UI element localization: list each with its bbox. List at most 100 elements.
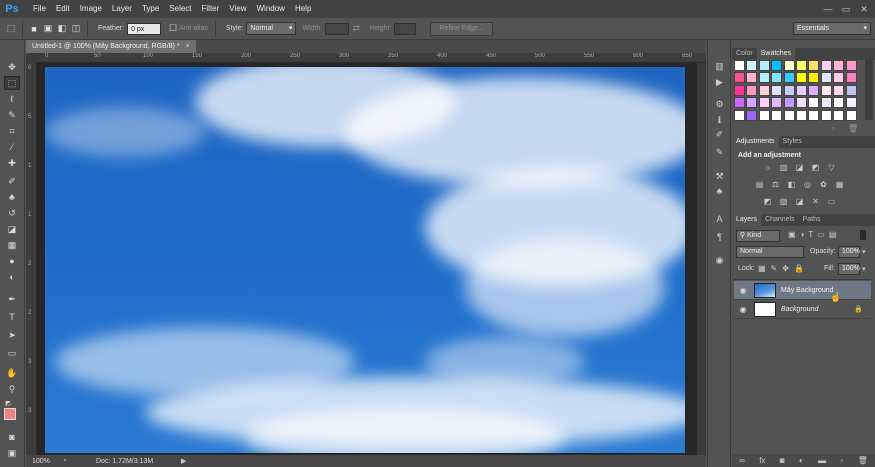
swatch[interactable]	[845, 109, 857, 121]
levels-icon[interactable]: ▥	[778, 162, 789, 172]
swatch[interactable]	[796, 60, 807, 71]
marquee-preset-icon[interactable]: ⬚	[4, 22, 18, 36]
tool-presets-panel-icon[interactable]: ⚒	[712, 170, 727, 183]
swatch[interactable]	[808, 60, 820, 71]
swatch[interactable]	[796, 84, 807, 96]
vertical-scrollbar[interactable]	[697, 63, 706, 455]
quick-selection-tool-icon[interactable]: ✎	[4, 108, 20, 122]
tab-channels[interactable]: Channels	[761, 214, 799, 226]
channel-mixer-icon[interactable]: ✿	[818, 179, 829, 189]
delete-layer-icon[interactable]: 🗑	[858, 456, 868, 465]
swatch[interactable]	[783, 97, 795, 109]
menu-filter[interactable]: Filter	[197, 0, 225, 18]
swatch[interactable]	[734, 60, 745, 71]
swatch[interactable]	[808, 72, 820, 84]
screen-mode-icon[interactable]: ▣	[4, 446, 20, 460]
selective-color-icon[interactable]: ✕	[810, 196, 821, 206]
actions-panel-icon[interactable]: ▶	[712, 76, 727, 89]
path-selection-tool-icon[interactable]: ➤	[4, 328, 20, 342]
gradient-map-icon[interactable]: ▭	[826, 196, 837, 206]
tab-styles[interactable]: Styles	[779, 136, 806, 148]
layer-style-icon[interactable]: fx	[759, 456, 765, 465]
minimize-button[interactable]: —	[820, 0, 836, 18]
zoom-level[interactable]: 100%	[26, 458, 56, 465]
swatch[interactable]	[734, 97, 745, 109]
layer-filter-kind[interactable]: ⚲ Kind	[736, 230, 780, 242]
brush-panel-icon[interactable]: ✎	[712, 146, 727, 159]
intersect-selection-icon[interactable]: ◫	[69, 22, 83, 36]
swatch[interactable]	[820, 84, 832, 96]
swatch[interactable]	[771, 84, 783, 96]
swatch[interactable]	[746, 72, 758, 84]
foreground-color-swatch[interactable]	[4, 408, 16, 420]
clone-stamp-tool-icon[interactable]: ♣	[4, 190, 20, 204]
zoom-tool-icon[interactable]: ⚲	[4, 382, 20, 396]
new-layer-icon[interactable]: ▫	[840, 456, 843, 465]
swatch[interactable]	[845, 97, 857, 109]
swatch[interactable]	[758, 97, 770, 109]
brush-presets-panel-icon[interactable]: ✐	[712, 128, 727, 141]
info-panel-icon[interactable]: ℹ	[712, 114, 727, 127]
width-input[interactable]	[325, 22, 350, 35]
filter-toggle[interactable]	[860, 230, 866, 240]
canvas-area[interactable]	[37, 63, 706, 455]
color-balance-icon[interactable]: ⚖	[770, 179, 781, 189]
swatch[interactable]	[758, 84, 770, 96]
rectangular-marquee-tool-icon[interactable]: ⬚	[4, 76, 20, 90]
swatch[interactable]	[796, 97, 807, 109]
layer-name[interactable]: Background	[781, 306, 818, 313]
swatch[interactable]	[783, 72, 795, 84]
status-menu-arrow-icon[interactable]: ▶	[181, 457, 186, 465]
swatch[interactable]	[771, 109, 783, 121]
swatch[interactable]	[783, 60, 795, 71]
opacity-input[interactable]: 100%	[838, 246, 860, 258]
swatch[interactable]	[820, 72, 832, 84]
hue-saturation-icon[interactable]: ▤	[754, 179, 765, 189]
style-select[interactable]: Normal	[246, 22, 297, 35]
gradient-tool-icon[interactable]: ▦	[4, 238, 20, 252]
menu-type[interactable]: Type	[137, 0, 164, 18]
vibrance-icon[interactable]: ▽	[826, 162, 837, 172]
swatch[interactable]	[833, 109, 845, 121]
move-tool-icon[interactable]: ✥	[4, 60, 20, 74]
quick-mask-icon[interactable]: ◙	[4, 430, 20, 444]
refine-edge-button[interactable]: Refine Edge...	[430, 21, 493, 36]
character-panel-icon[interactable]: A	[712, 212, 727, 225]
swatch[interactable]	[808, 84, 820, 96]
blend-mode-select[interactable]: Normal	[736, 246, 804, 258]
new-adjustment-icon[interactable]: ◐	[799, 456, 804, 465]
menu-help[interactable]: Help	[290, 0, 316, 18]
visibility-eye-icon[interactable]: ◉	[736, 305, 750, 314]
fill-input[interactable]: 100%	[838, 263, 860, 275]
swatch[interactable]	[796, 109, 807, 121]
add-selection-icon[interactable]: ▣	[41, 22, 55, 36]
posterize-icon[interactable]: ▧	[778, 196, 789, 206]
tab-adjustments[interactable]: Adjustments	[732, 136, 779, 148]
visibility-eye-icon[interactable]: ◉	[736, 286, 750, 295]
delete-swatch-icon[interactable]: 🗑	[848, 124, 858, 133]
vertical-ruler[interactable]: 0 5 1 1 2 2 3 3	[26, 63, 37, 455]
feather-input[interactable]: 0 px	[127, 22, 162, 35]
tab-swatches[interactable]: Swatches	[756, 48, 796, 60]
swatch[interactable]	[734, 72, 745, 84]
swatch[interactable]	[833, 97, 845, 109]
layer-filter-icons[interactable]: ▣◑T▭▤	[788, 230, 840, 239]
swap-dimensions-icon[interactable]: ⇄	[349, 22, 363, 36]
color-lookup-icon[interactable]: ▦	[834, 179, 845, 189]
brush-tool-icon[interactable]: ✐	[4, 174, 20, 188]
type-tool-icon[interactable]: T	[4, 310, 20, 324]
swatch[interactable]	[746, 97, 758, 109]
sky-image[interactable]	[45, 67, 685, 453]
menu-image[interactable]: Image	[75, 0, 107, 18]
tab-color[interactable]: Color	[732, 48, 757, 60]
eyedropper-tool-icon[interactable]: ⁄	[4, 140, 20, 154]
menu-file[interactable]: File	[28, 0, 51, 18]
lock-options-icons[interactable]: ▦✎✥🔒	[758, 264, 809, 273]
swatch[interactable]	[746, 84, 758, 96]
swatch[interactable]	[820, 109, 832, 121]
blur-tool-icon[interactable]: ●	[4, 254, 20, 268]
new-group-icon[interactable]: ▬	[818, 456, 826, 465]
properties-panel-icon[interactable]: ⚙	[712, 98, 727, 111]
menu-edit[interactable]: Edit	[51, 0, 75, 18]
photo-filter-icon[interactable]: ◎	[802, 179, 813, 189]
